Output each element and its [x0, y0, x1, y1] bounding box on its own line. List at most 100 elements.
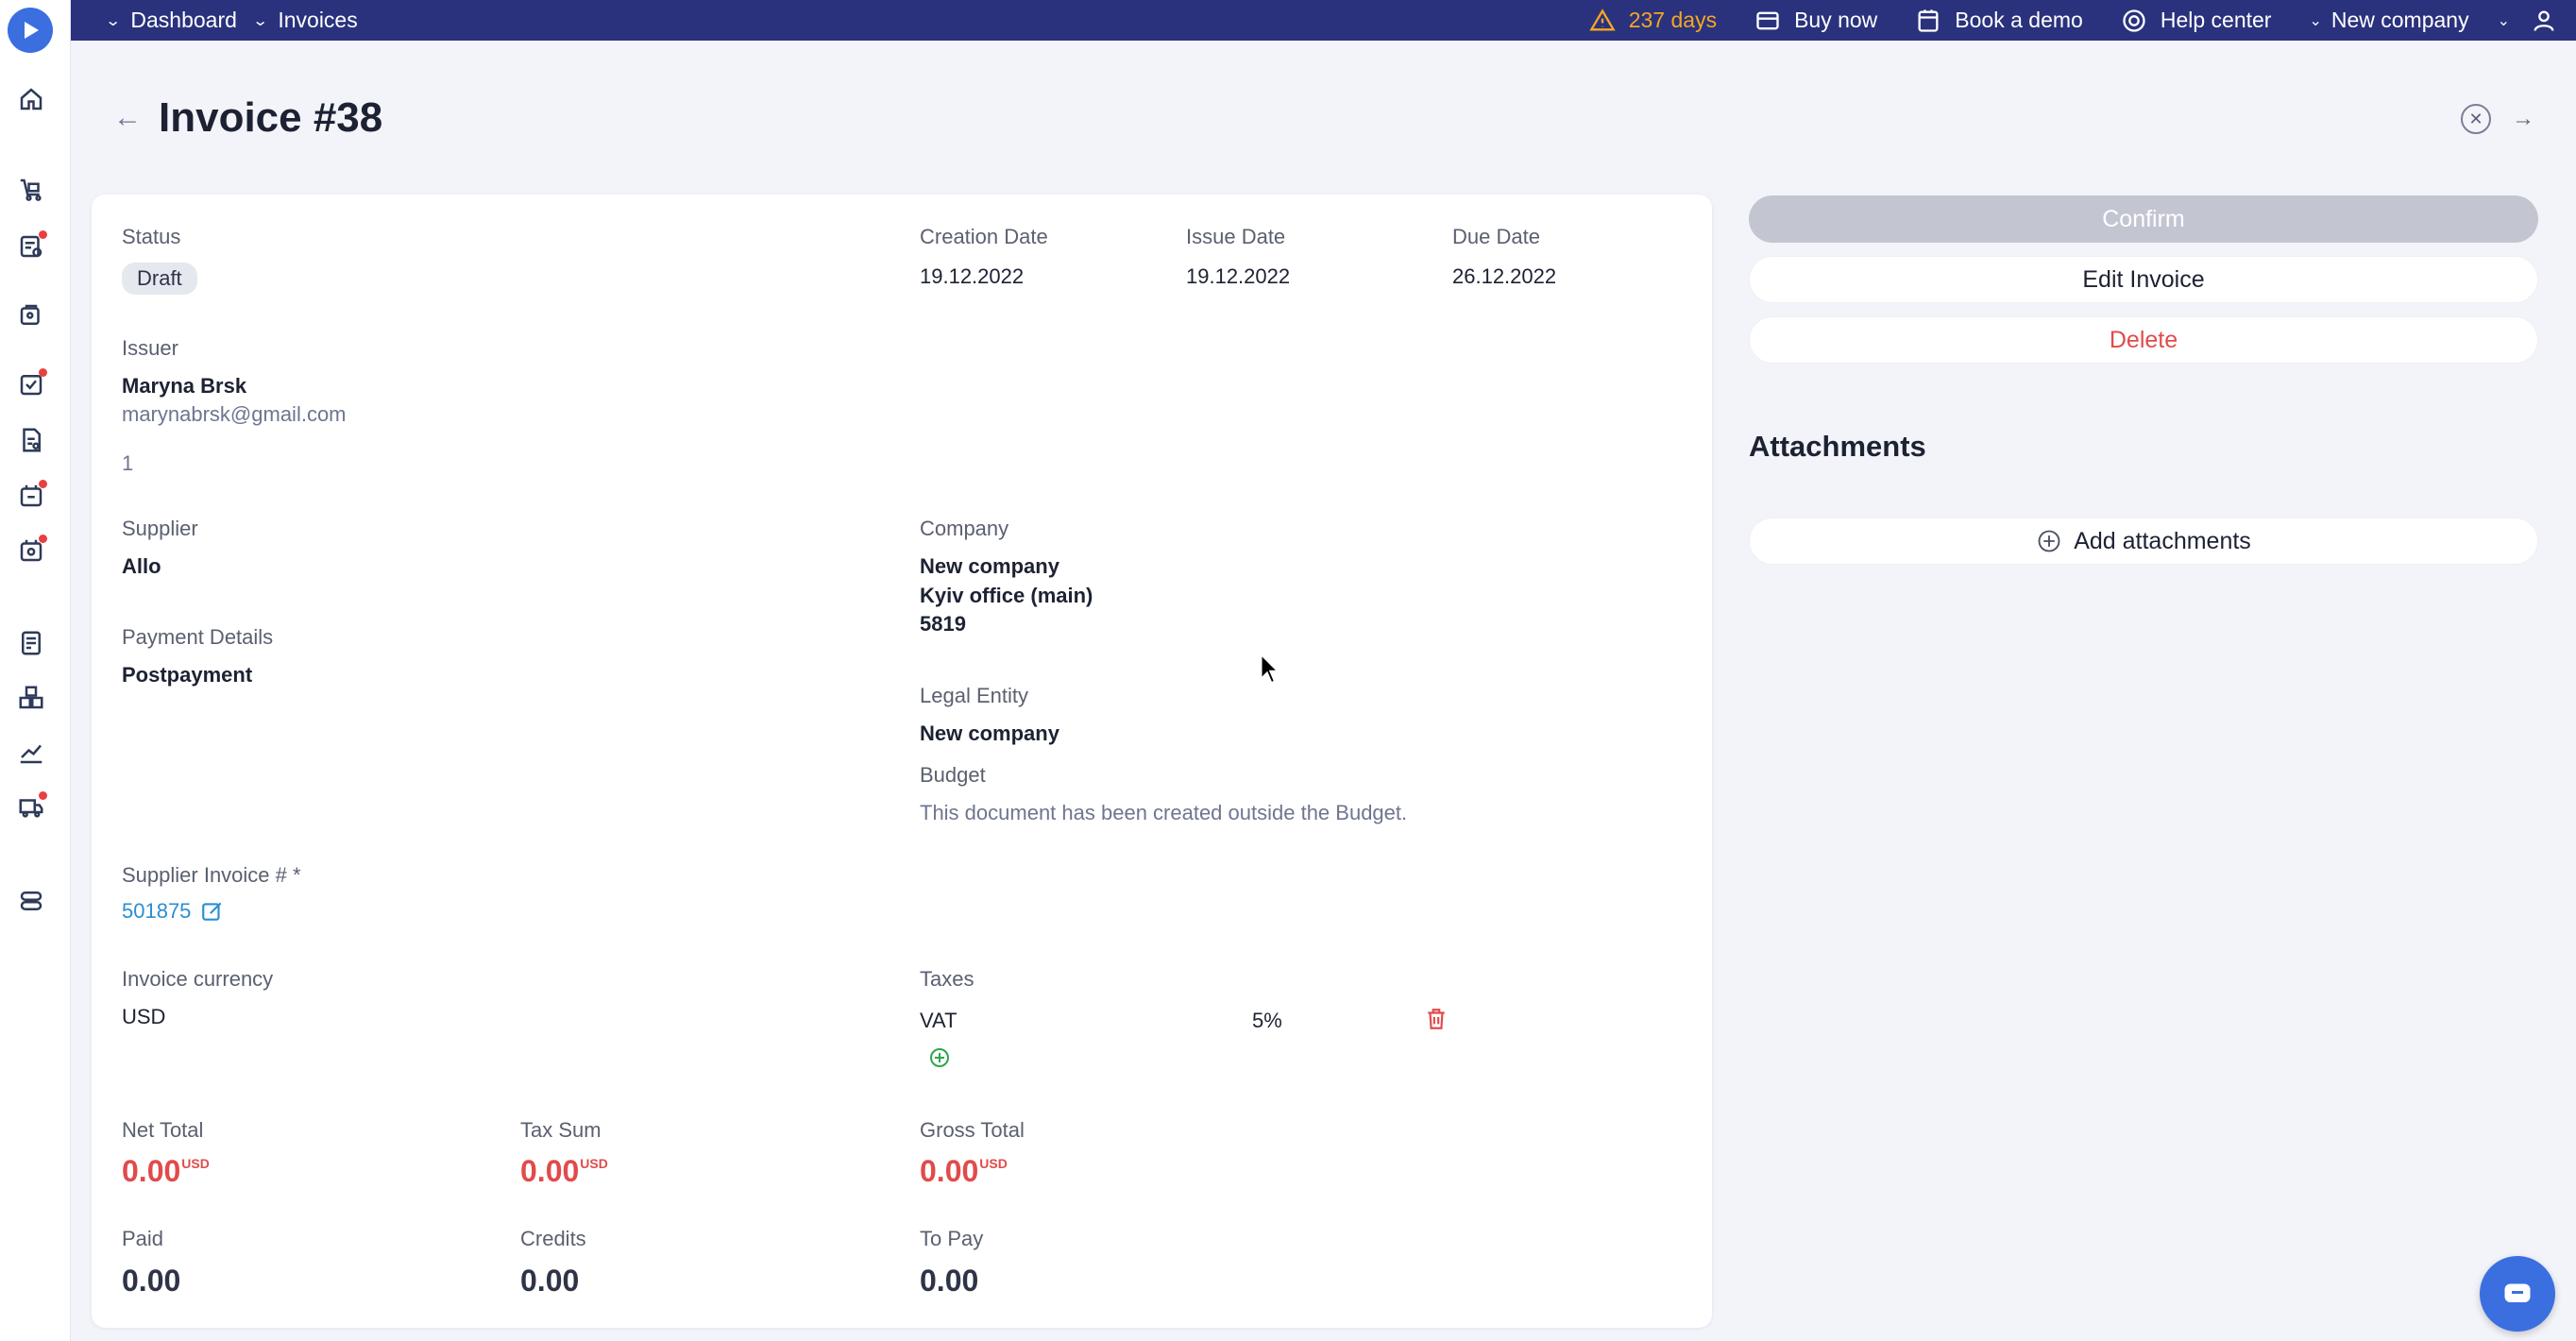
- breadcrumb-invoices[interactable]: Invoices: [278, 8, 357, 33]
- company-line1: New company: [920, 554, 1059, 578]
- due-date-value: 26.12.2022: [1452, 264, 1557, 288]
- book-demo-link[interactable]: Book a demo: [1915, 8, 2083, 34]
- confirm-button[interactable]: Confirm: [1749, 195, 2538, 243]
- buy-now-label: Buy now: [1794, 8, 1878, 32]
- budget-label: Budget: [920, 763, 986, 787]
- currency-unit: USD: [181, 1156, 210, 1171]
- trial-days-text: 237 days: [1628, 8, 1718, 32]
- invoices-icon[interactable]: [15, 627, 47, 659]
- legal-entity-value: New company: [920, 721, 1059, 745]
- currency-unit: USD: [979, 1156, 1008, 1171]
- add-attachments-label: Add attachments: [2074, 527, 2251, 554]
- delivery-icon[interactable]: [15, 791, 47, 823]
- breadcrumb-dashboard[interactable]: Dashboard: [130, 8, 237, 33]
- back-arrow-icon[interactable]: ←: [113, 102, 142, 134]
- tax-sum-value: 0.00: [520, 1154, 580, 1188]
- edit-icon[interactable]: [200, 899, 225, 924]
- page-header: ← Invoice #38: [113, 94, 382, 142]
- header-actions: ✕ →: [2444, 104, 2538, 134]
- taxes-label: Taxes: [920, 967, 974, 991]
- legal-entity-label: Legal Entity: [920, 684, 1028, 707]
- notification-dot: [39, 368, 47, 377]
- buy-now-link[interactable]: Buy now: [1754, 8, 1877, 34]
- tax-name: VAT: [920, 1009, 958, 1032]
- chat-icon: [2504, 1283, 2531, 1302]
- company-line3: 5819: [920, 612, 966, 636]
- chevron-down-icon[interactable]: ⌄: [252, 11, 268, 30]
- delete-button[interactable]: Delete: [1749, 316, 2538, 364]
- credits-label: Credits: [520, 1227, 586, 1250]
- settings-icon[interactable]: [15, 885, 47, 917]
- next-arrow-icon[interactable]: →: [2508, 104, 2538, 134]
- trial-days-indicator[interactable]: 237 days: [1589, 8, 1717, 34]
- issue-date-value: 19.12.2022: [1186, 264, 1291, 288]
- payment-details-label: Payment Details: [122, 625, 274, 649]
- tax-sum-label: Tax Sum: [520, 1118, 602, 1142]
- analytics-icon[interactable]: [15, 737, 47, 769]
- user-icon: [2534, 10, 2554, 31]
- lifebuoy-icon: [2123, 8, 2145, 32]
- gross-total-label: Gross Total: [920, 1118, 1025, 1142]
- supplier-value: Allo: [122, 554, 161, 578]
- company-selector[interactable]: ⌄ New company: [2309, 8, 2468, 33]
- notification-dot: [39, 480, 47, 488]
- currency-unit: USD: [580, 1156, 608, 1171]
- suppliers-icon[interactable]: [15, 299, 47, 331]
- close-icon[interactable]: ✕: [2461, 104, 2491, 134]
- currency-label: Invoice currency: [122, 967, 274, 991]
- issuer-extra: 1: [122, 451, 134, 475]
- currency-value: USD: [122, 1005, 166, 1028]
- budget-value: This document has been created outside t…: [920, 801, 1408, 824]
- chevron-down-icon: ⌄: [2309, 12, 2322, 29]
- add-attachments-button[interactable]: Add attachments: [1749, 518, 2538, 565]
- top-right-menu: 237 days Buy now Book a demo Help center…: [1589, 0, 2576, 41]
- notification-dot: [39, 791, 47, 800]
- chat-support-button[interactable]: [2480, 1256, 2555, 1332]
- chevron-down-icon[interactable]: ⌄: [2498, 11, 2510, 30]
- due-date-label: Due Date: [1452, 225, 1540, 248]
- to-pay-value: 0.00: [920, 1264, 979, 1298]
- top-navigation-bar: ⌄ Dashboard ⌄ Invoices 237 days Buy now …: [71, 0, 2576, 41]
- delete-tax-icon[interactable]: [1424, 1007, 1449, 1036]
- gross-total-value: 0.00: [920, 1154, 979, 1188]
- orders-icon[interactable]: [15, 480, 47, 512]
- receipts-icon[interactable]: [15, 535, 47, 567]
- notification-dot: [39, 230, 47, 239]
- issuer-label: Issuer: [122, 336, 178, 360]
- requests-icon[interactable]: [15, 230, 47, 263]
- supplier-invoice-field[interactable]: 501875: [122, 899, 225, 924]
- edit-invoice-button[interactable]: Edit Invoice: [1749, 256, 2538, 303]
- documents-icon[interactable]: [15, 424, 47, 456]
- net-total-amount: 0.00USD: [122, 1154, 210, 1189]
- approvals-icon[interactable]: [15, 368, 47, 400]
- cart-icon[interactable]: [15, 174, 47, 206]
- supplier-label: Supplier: [122, 517, 198, 540]
- issue-date-label: Issue Date: [1186, 225, 1286, 248]
- company-name: New company: [2330, 8, 2469, 32]
- net-total-label: Net Total: [122, 1118, 204, 1142]
- help-center-link[interactable]: Help center: [2121, 8, 2272, 34]
- book-demo-label: Book a demo: [1955, 8, 2083, 32]
- to-pay-label: To Pay: [920, 1227, 984, 1250]
- paid-value: 0.00: [122, 1264, 181, 1298]
- credits-value: 0.00: [520, 1264, 580, 1298]
- app-logo[interactable]: [8, 8, 53, 53]
- paid-label: Paid: [122, 1227, 164, 1250]
- home-icon[interactable]: [15, 83, 47, 115]
- chevron-down-icon[interactable]: ⌄: [105, 11, 121, 30]
- mouse-cursor: [1260, 653, 1280, 690]
- user-menu[interactable]: [2531, 8, 2557, 34]
- status-label: Status: [122, 225, 181, 248]
- add-tax-icon[interactable]: [928, 1046, 951, 1074]
- supplier-invoice-label: Supplier Invoice # *: [122, 863, 301, 887]
- creation-date-label: Creation Date: [920, 225, 1048, 248]
- card-icon: [1756, 11, 1779, 29]
- calendar-icon: [1918, 8, 1939, 32]
- creation-date-value: 19.12.2022: [920, 264, 1025, 288]
- issuer-name: Maryna Brsk: [122, 374, 247, 398]
- supplier-invoice-value[interactable]: 501875: [122, 899, 191, 924]
- inventory-icon[interactable]: [15, 682, 47, 714]
- company-label: Company: [920, 517, 1009, 540]
- warning-icon: [1589, 8, 1616, 30]
- help-center-label: Help center: [2160, 8, 2272, 32]
